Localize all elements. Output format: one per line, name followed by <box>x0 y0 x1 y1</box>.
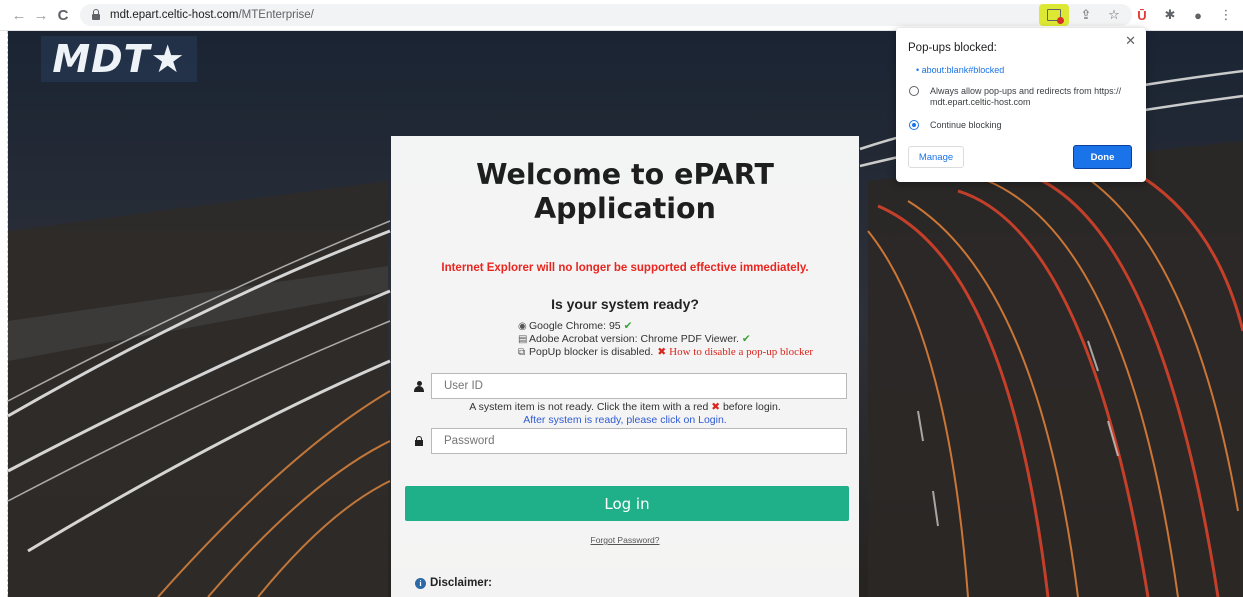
mdt-logo: MDT★ <box>41 36 197 82</box>
logo-text: MDT★ <box>52 37 186 81</box>
toolbar-icons: ⇪ ☆ Ū ✱ ● ⋮ <box>1039 4 1237 26</box>
bookmark-star-icon[interactable]: ☆ <box>1103 4 1125 26</box>
profile-icon[interactable]: ● <box>1187 4 1209 26</box>
page-title: Welcome to ePART Application <box>391 158 859 226</box>
check-chrome[interactable]: ◉ Google Chrome: 95 ✔ <box>518 320 813 333</box>
system-checks: ◉ Google Chrome: 95 ✔ ▤ Adobe Acrobat ve… <box>518 320 813 359</box>
system-ready-title: Is your system ready? <box>551 296 699 312</box>
page-left-edge <box>0 31 8 597</box>
user-icon <box>407 373 431 399</box>
url-host: mdt.epart.celtic-host.com <box>110 9 239 21</box>
ie-warning: Internet Explorer will no longer be supp… <box>441 262 809 274</box>
after-ready-message: After system is ready, please click on L… <box>523 414 727 426</box>
blocked-popup-link[interactable]: • about:blank#blocked <box>916 65 1004 75</box>
login-panel: Welcome to ePART Application Internet Ex… <box>391 136 859 597</box>
check-label: PopUp blocker is disabled. <box>529 346 654 358</box>
manage-button[interactable]: Manage <box>908 146 964 168</box>
title-line-1: Welcome to ePART <box>476 158 774 191</box>
lock-icon <box>407 428 431 454</box>
password-field <box>407 428 847 454</box>
popups-blocked-bubble: Pop-ups blocked: ✕ • about:blank#blocked… <box>896 28 1146 182</box>
checkmark-icon: ✔ <box>623 320 633 332</box>
allow-line-1: Always allow pop-ups and redirects from … <box>930 86 1122 96</box>
allow-line-2: mdt.epart.celtic-host.com <box>930 97 1031 107</box>
browser-toolbar: ← → C mdt.epart.celtic-host.com/MTEnterp… <box>0 0 1243 31</box>
user-id-field <box>407 373 847 399</box>
reload-button[interactable]: C <box>52 4 74 26</box>
allow-popups-radio[interactable] <box>909 86 919 96</box>
check-acrobat[interactable]: ▤ Adobe Acrobat version: Chrome PDF View… <box>518 333 813 346</box>
continue-blocking-radio[interactable] <box>909 120 919 130</box>
forgot-password-link[interactable]: Forgot Password? <box>391 535 859 545</box>
url-text[interactable]: mdt.epart.celtic-host.com/MTEnterprise/ <box>110 9 314 21</box>
password-input[interactable] <box>431 428 847 454</box>
share-icon[interactable]: ⇪ <box>1075 4 1097 26</box>
info-icon: i <box>415 577 426 589</box>
extension-icon[interactable]: Ū <box>1131 4 1153 26</box>
popup-blocked-icon[interactable] <box>1039 4 1069 26</box>
disclaimer-label: Disclaimer: <box>430 577 493 589</box>
globe-icon: ◉ <box>518 321 527 332</box>
document-icon: ▤ <box>518 334 528 345</box>
bubble-title: Pop-ups blocked: <box>908 42 997 54</box>
blocked-link-text: about:blank#blocked <box>921 65 1005 75</box>
check-label: Adobe Acrobat version: Chrome PDF Viewer… <box>529 333 739 345</box>
back-button[interactable]: ← <box>8 4 30 26</box>
how-to-disable-popup-link[interactable]: How to disable a pop-up blocker <box>669 346 813 359</box>
check-popup-blocker[interactable]: ⧉ PopUp blocker is disabled. ✖ How to di… <box>518 346 813 359</box>
cross-icon: ✖ <box>657 346 667 358</box>
url-path: /MTEnterprise/ <box>238 9 314 21</box>
forward-button[interactable]: → <box>30 4 52 26</box>
disclaimer-heading: i Disclaimer: <box>415 577 492 589</box>
done-button[interactable]: Done <box>1073 145 1132 169</box>
not-ready-text-a: A system item is not ready. Click the it… <box>469 401 709 413</box>
lock-icon[interactable] <box>92 8 100 20</box>
not-ready-message: A system item is not ready. Click the it… <box>391 401 859 413</box>
address-bar[interactable]: mdt.epart.celtic-host.com/MTEnterprise/ <box>80 4 1132 26</box>
cross-icon: ✖ <box>711 401 721 413</box>
menu-kebab-icon[interactable]: ⋮ <box>1215 4 1237 26</box>
title-line-2: Application <box>534 192 716 225</box>
user-id-input[interactable] <box>431 373 847 399</box>
allow-popups-label[interactable]: Always allow pop-ups and redirects from … <box>930 86 1121 108</box>
not-ready-text-b: before login. <box>722 401 781 413</box>
close-icon[interactable]: ✕ <box>1125 33 1136 49</box>
external-link-icon: ⧉ <box>518 347 526 358</box>
continue-blocking-label[interactable]: Continue blocking <box>930 120 1002 131</box>
check-label: Google Chrome: 95 <box>529 320 621 332</box>
checkmark-icon: ✔ <box>741 333 751 345</box>
login-button[interactable]: Log in <box>405 486 849 521</box>
puzzle-icon[interactable]: ✱ <box>1159 4 1181 26</box>
